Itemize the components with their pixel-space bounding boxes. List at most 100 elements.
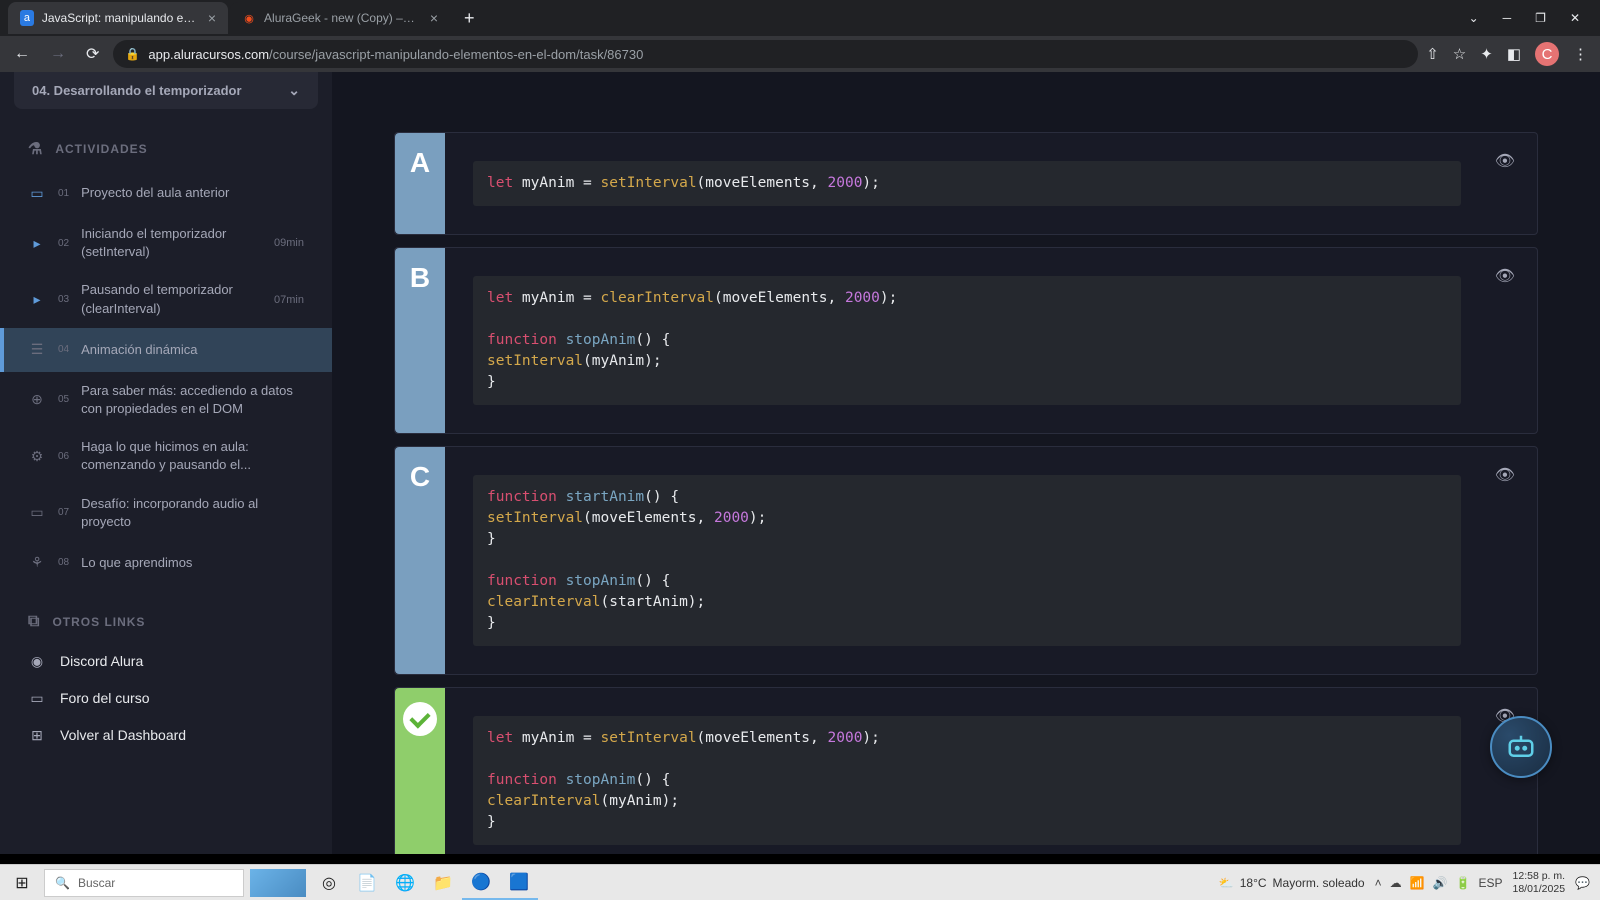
sidebar-activity-06[interactable]: ⚙ 06 Haga lo que hicimos en aula: comenz… <box>0 428 332 484</box>
weather-widget[interactable]: ⛅ 18°C Mayorm. soleado <box>1219 876 1365 890</box>
book-icon: ▭ <box>28 504 46 521</box>
chevron-up-icon[interactable]: ˄ <box>1375 876 1382 890</box>
clock[interactable]: 12:58 p. m. 18/01/2025 <box>1512 870 1565 895</box>
files-icon[interactable]: 📁 <box>424 865 462 900</box>
code-block: function startAnim() { setInterval(moveE… <box>473 475 1461 646</box>
answer-option-d-correct[interactable]: let myAnim = setInterval(moveElements, 2… <box>394 687 1538 854</box>
list-icon: ☰ <box>28 341 46 358</box>
explorer-icon[interactable]: 📄 <box>348 865 386 900</box>
sidebar-activity-08[interactable]: ⚘ 08 Lo que aprendimos <box>0 541 332 585</box>
answer-badge-c: C <box>395 447 445 674</box>
discord-icon: ◉ <box>28 653 46 670</box>
sidebar-activity-04[interactable]: ☰ 04 Animación dinámica <box>0 328 332 372</box>
notifications-icon[interactable]: 💬 <box>1575 876 1590 890</box>
chat-icon: ▭ <box>28 690 46 707</box>
toolbar-right: ⇧ ☆ ✦ ◧ C ⋮ <box>1426 42 1592 66</box>
maximize-icon[interactable]: ❐ <box>1531 7 1550 29</box>
profile-avatar[interactable]: C <box>1535 42 1559 66</box>
sidebar-activity-03[interactable]: ▸ 03 Pausando el temporizador (clearInte… <box>0 271 332 327</box>
link-dashboard[interactable]: ⊞ Volver al Dashboard <box>0 717 332 754</box>
answer-badge-correct <box>395 688 445 854</box>
eye-icon[interactable]: 👁 <box>1495 151 1515 171</box>
module-header[interactable]: 04. Desarrollando el temporizador ⌄ <box>14 72 318 109</box>
start-button[interactable]: ⊞ <box>0 865 44 900</box>
cloud-icon[interactable]: ☁ <box>1390 876 1402 890</box>
flask-icon: ⚗ <box>28 139 43 159</box>
search-icon: 🔍 <box>55 876 70 890</box>
close-icon[interactable]: × <box>430 10 438 26</box>
tab-favicon-figma: ◉ <box>242 10 256 26</box>
url-text: app.aluracursos.com/course/javascript-ma… <box>148 47 643 62</box>
plus-circle-icon: ⊕ <box>28 391 46 408</box>
link-icon: ⧉ <box>28 613 40 631</box>
back-button[interactable]: ← <box>8 41 36 67</box>
eye-icon[interactable]: 👁 <box>1495 266 1515 286</box>
tab-strip: a JavaScript: manipulando element × ◉ Al… <box>0 0 1600 36</box>
minimize-icon[interactable]: ─ <box>1499 7 1516 29</box>
window-controls: ⌄ ─ ❐ ✕ <box>1465 7 1600 29</box>
sun-cloud-icon: ⛅ <box>1219 876 1234 890</box>
people-icon: ⚘ <box>28 554 46 571</box>
wifi-icon[interactable]: 📶 <box>1410 876 1425 890</box>
answer-option-b[interactable]: B let myAnim = clearInterval(moveElement… <box>394 247 1538 434</box>
section-activities-label: ⚗ ACTIVIDADES <box>0 121 332 171</box>
eye-icon[interactable]: 👁 <box>1495 465 1515 485</box>
answer-option-c[interactable]: C function startAnim() { setInterval(mov… <box>394 446 1538 675</box>
play-icon: ▸ <box>28 235 46 252</box>
main-content[interactable]: A let myAnim = setInterval(moveElements,… <box>332 72 1600 854</box>
browser-tab[interactable]: ◉ AluraGeek - new (Copy) – Figma × <box>230 2 450 34</box>
link-forum[interactable]: ▭ Foro del curso <box>0 680 332 717</box>
chevron-down-icon[interactable]: ⌄ <box>1465 7 1483 29</box>
answer-badge-a: A <box>395 133 445 234</box>
menu-icon[interactable]: ⋮ <box>1573 45 1588 63</box>
reload-button[interactable]: ⟳ <box>80 40 105 68</box>
copilot-icon[interactable]: ◎ <box>310 865 348 900</box>
bookmark-icon[interactable]: ☆ <box>1453 45 1466 63</box>
battery-icon[interactable]: 🔋 <box>1456 876 1471 890</box>
section-links-label: ⧉ OTROS LINKS <box>0 585 332 643</box>
windows-taskbar: ⊞ 🔍 Buscar ◎ 📄 🌐 📁 🔵 🟦 ⛅ 18°C Mayorm. so… <box>0 864 1600 900</box>
tab-title: AluraGeek - new (Copy) – Figma <box>264 11 418 25</box>
system-tray[interactable]: ˄ ☁ 📶 🔊 🔋 ESP <box>1375 876 1503 890</box>
wrench-icon: ⚙ <box>28 448 46 465</box>
grid-icon: ⊞ <box>28 727 46 744</box>
vscode-icon[interactable]: 🟦 <box>500 865 538 900</box>
close-window-icon[interactable]: ✕ <box>1566 7 1584 29</box>
play-icon: ▸ <box>28 291 46 308</box>
module-title: 04. Desarrollando el temporizador <box>32 83 242 98</box>
browser-tab-active[interactable]: a JavaScript: manipulando element × <box>8 2 228 34</box>
edge-icon[interactable]: 🌐 <box>386 865 424 900</box>
browser-chrome: a JavaScript: manipulando element × ◉ Al… <box>0 0 1600 72</box>
address-bar[interactable]: 🔒 app.aluracursos.com/course/javascript-… <box>113 40 1418 68</box>
taskbar-right: ⛅ 18°C Mayorm. soleado ˄ ☁ 📶 🔊 🔋 ESP 12:… <box>1219 870 1600 895</box>
volume-icon[interactable]: 🔊 <box>1433 876 1448 890</box>
sidebar-activity-07[interactable]: ▭ 07 Desafío: incorporando audio al proy… <box>0 485 332 541</box>
sidebar: 04. Desarrollando el temporizador ⌄ ⚗ AC… <box>0 72 332 854</box>
new-tab-button[interactable]: + <box>452 8 487 29</box>
tab-favicon-alura: a <box>20 10 34 26</box>
share-icon[interactable]: ⇧ <box>1426 45 1439 63</box>
taskbar-widget[interactable] <box>250 869 306 897</box>
language-indicator[interactable]: ESP <box>1478 876 1502 890</box>
sidebar-activity-01[interactable]: ▭ 01 Proyecto del aula anterior <box>0 171 332 215</box>
tab-title: JavaScript: manipulando element <box>42 11 196 25</box>
lock-icon: 🔒 <box>125 47 140 61</box>
answer-badge-b: B <box>395 248 445 433</box>
chevron-down-icon: ⌄ <box>288 82 300 99</box>
sidebar-activity-05[interactable]: ⊕ 05 Para saber más: accediendo a datos … <box>0 372 332 428</box>
sidebar-activity-02[interactable]: ▸ 02 Iniciando el temporizador (setInter… <box>0 215 332 271</box>
answer-option-a[interactable]: A let myAnim = setInterval(moveElements,… <box>394 132 1538 235</box>
chat-assistant-button[interactable] <box>1490 716 1552 778</box>
book-icon: ▭ <box>28 185 46 202</box>
sidepanel-icon[interactable]: ◧ <box>1507 45 1521 63</box>
code-block: let myAnim = clearInterval(moveElements,… <box>473 276 1461 405</box>
code-block: let myAnim = setInterval(moveElements, 2… <box>473 161 1461 206</box>
app: 04. Desarrollando el temporizador ⌄ ⚗ AC… <box>0 72 1600 854</box>
taskbar-search[interactable]: 🔍 Buscar <box>44 869 244 897</box>
extensions-icon[interactable]: ✦ <box>1480 45 1493 63</box>
chrome-icon[interactable]: 🔵 <box>462 865 500 900</box>
forward-button[interactable]: → <box>44 41 72 67</box>
close-icon[interactable]: × <box>208 10 216 26</box>
browser-toolbar: ← → ⟳ 🔒 app.aluracursos.com/course/javas… <box>0 36 1600 72</box>
link-discord[interactable]: ◉ Discord Alura <box>0 643 332 680</box>
